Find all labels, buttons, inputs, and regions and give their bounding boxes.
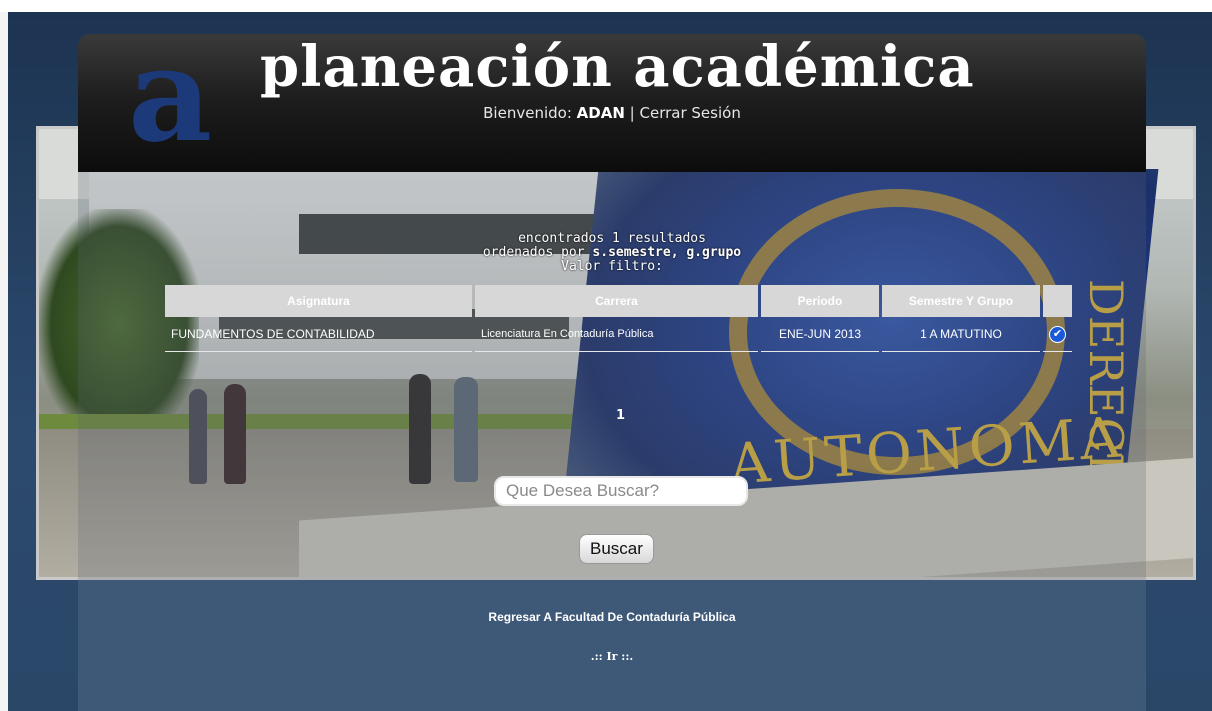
left-edge [0,12,8,711]
column-header-carrera[interactable]: Carrera [475,285,758,317]
column-header-select [1043,285,1072,317]
table-row[interactable]: FUNDAMENTOS DE CONTABILIDAD Licenciatura… [165,317,1072,352]
site-title: planeación académica [260,34,975,100]
column-header-periodo[interactable]: Periodo [761,285,879,317]
cell-select[interactable]: ✔ [1043,317,1072,352]
top-strip [0,0,1212,12]
welcome-label: Bienvenido: [483,104,572,122]
logout-link[interactable]: Cerrar Sesión [640,104,741,122]
pagination-page-1[interactable]: 1 [616,408,625,423]
search-input[interactable] [494,476,748,506]
results-order: ordenados por s.semestre, g.grupo [78,246,1146,260]
results-table: Asignatura Carrera Periodo Semestre Y Gr… [162,285,1075,352]
cell-asignatura: FUNDAMENTOS DE CONTABILIDAD [165,317,472,352]
welcome-bar: Bienvenido: ADAN | Cerrar Sesión [78,104,1146,122]
results-meta: encontrados 1 resultados ordenados por s… [78,232,1146,274]
go-link[interactable]: .:: Ir ::. [78,650,1146,663]
filter-label: Valor filtro: [561,259,663,274]
results-count: encontrados 1 resultados [518,231,706,246]
user-name: ADAN [576,104,625,122]
back-to-faculty-link[interactable]: Regresar A Facultad De Contaduría Públic… [78,610,1146,624]
cell-semestre-grupo: 1 A MATUTINO [882,317,1040,352]
order-fields: s.semestre, g.grupo [592,245,742,260]
separator: | [629,104,635,122]
order-label: ordenados por [482,245,585,260]
column-header-semestre-grupo[interactable]: Semestre Y Grupo [882,285,1040,317]
search-button[interactable]: Buscar [579,534,654,564]
footer-panel [78,580,1146,711]
column-header-asignatura[interactable]: Asignatura [165,285,472,317]
cell-periodo: ENE-JUN 2013 [761,317,879,352]
cell-carrera: Licenciatura En Contaduría Pública [475,317,758,352]
check-circle-icon[interactable]: ✔ [1049,325,1066,343]
table-header-row: Asignatura Carrera Periodo Semestre Y Gr… [165,285,1072,317]
